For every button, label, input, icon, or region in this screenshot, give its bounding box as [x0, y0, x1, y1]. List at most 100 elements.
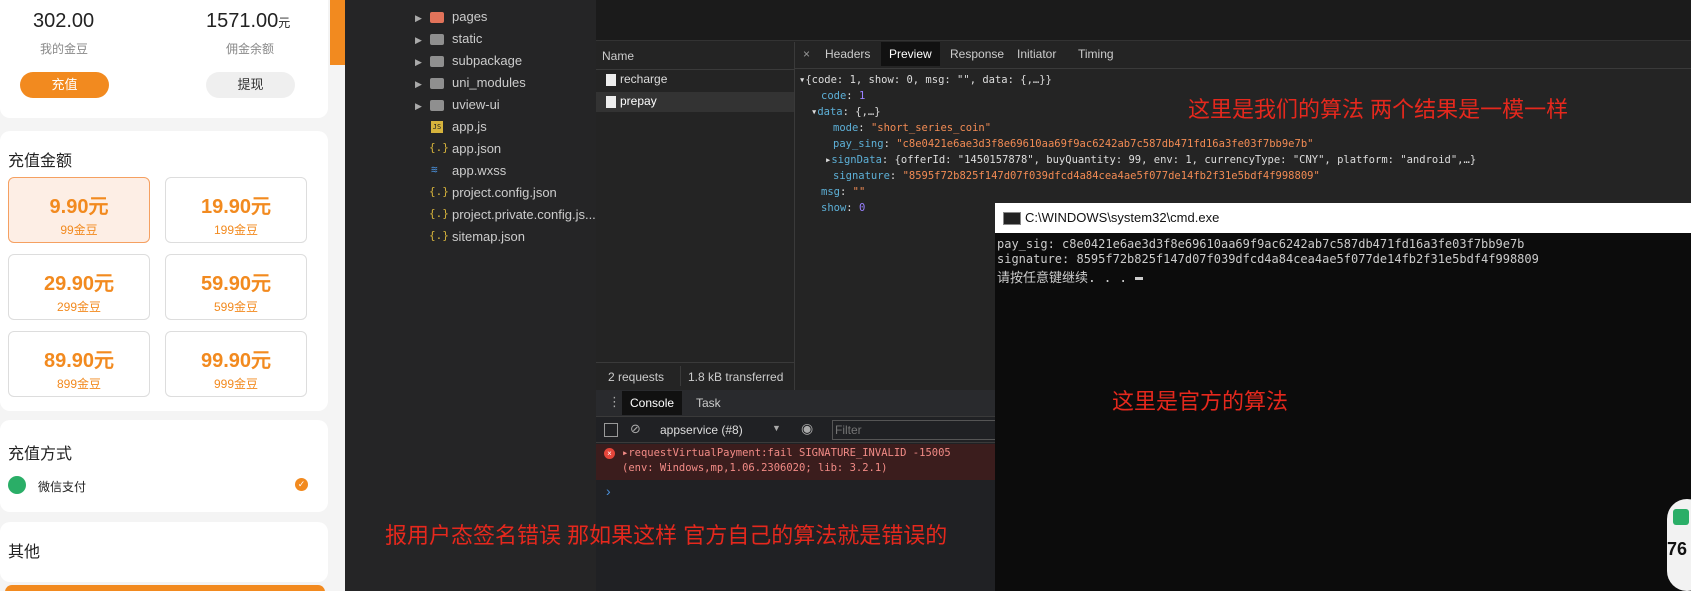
tab-response[interactable]: Response: [950, 42, 1004, 66]
cursor: [1134, 277, 1143, 280]
tree-item-uview-ui[interactable]: uview-ui: [452, 97, 500, 112]
preview-show: show: 0: [821, 202, 866, 214]
balance-label: 我的金豆: [40, 42, 89, 56]
clear-console-icon[interactable]: ⊘: [630, 421, 641, 437]
preview-mode: mode: "short_series_coin": [833, 122, 992, 134]
folder-icon: [430, 78, 444, 89]
cmd-line-pause: 请按任意键继续. . .: [997, 267, 1143, 286]
preview-sign-data[interactable]: ▸signData: {offerId: "1450157878", buyQu…: [825, 154, 1476, 166]
tree-item-pages[interactable]: pages: [452, 9, 487, 24]
cmd-line-pay-sig: pay_sig: c8e0421e6ae3d3f8e69610aa69f9ac6…: [997, 237, 1525, 251]
tree-item-app-json[interactable]: app.json: [452, 141, 501, 156]
cmd-title: C:\WINDOWS\system32\cmd.exe: [1025, 210, 1220, 225]
folder-icon: [430, 34, 444, 45]
divider: [596, 69, 794, 70]
expand-arrow-icon[interactable]: ▶: [415, 35, 422, 46]
json-file-icon: {.}: [429, 229, 449, 242]
error-icon: ×: [604, 448, 615, 459]
preview-msg: msg: "": [821, 186, 866, 198]
json-file-icon: {.}: [429, 207, 449, 220]
amount-option[interactable]: 9.90元 99金豆: [8, 177, 150, 243]
section-method-title: 充值方式: [8, 446, 73, 463]
balance-card: 302.00 我的金豆 1571.00元 佣金余额 充值 提现: [0, 0, 328, 118]
name-column-header[interactable]: Name: [602, 44, 634, 68]
divider: [596, 362, 794, 363]
more-menu-icon[interactable]: ⋮: [608, 394, 621, 410]
chevron-down-icon[interactable]: ▼: [772, 423, 781, 433]
close-icon[interactable]: ×: [803, 42, 810, 66]
annotation-official-algorithm: 这里是官方的算法: [1112, 389, 1289, 414]
tab-initiator[interactable]: Initiator: [1017, 42, 1056, 66]
tree-item-app-wxss[interactable]: app.wxss: [452, 163, 506, 178]
withdraw-button[interactable]: 提现: [206, 72, 295, 98]
tree-item-sitemap[interactable]: sitemap.json: [452, 229, 525, 244]
amount-option[interactable]: 99.90元 999金豆: [165, 331, 307, 397]
preview-data[interactable]: ▾data: {,…}: [811, 106, 881, 118]
json-file-icon: {.}: [429, 141, 449, 154]
folder-icon: [430, 12, 444, 23]
document-icon: [606, 74, 616, 86]
other-card: 其他: [0, 522, 328, 582]
tab-headers[interactable]: Headers: [825, 42, 870, 66]
tab-task[interactable]: Task: [696, 391, 721, 415]
console-panel: ⋮ Console Task ⊘ appservice (#8) ▼ ◉ × ▸…: [596, 390, 1002, 591]
divider: [680, 366, 681, 386]
submit-button[interactable]: [5, 585, 325, 591]
error-line-1[interactable]: ▸requestVirtualPayment:fail SIGNATURE_IN…: [622, 447, 951, 459]
tree-item-static[interactable]: static: [452, 31, 482, 46]
floating-widget[interactable]: 76: [1667, 499, 1691, 591]
recharge-button[interactable]: 充值: [20, 72, 109, 98]
badge-number: 76: [1667, 539, 1688, 559]
request-row-recharge[interactable]: recharge: [620, 72, 667, 86]
orange-edge: [330, 0, 345, 65]
console-toolbar: ⊘ appservice (#8) ▼ ◉: [596, 418, 1002, 443]
amount-option[interactable]: 89.90元 899金豆: [8, 331, 150, 397]
payment-method-card: 充值方式 微信支付 ✓: [0, 420, 328, 512]
annotation-our-algorithm: 这里是我们的算法 两个结果是一模一样: [1188, 97, 1569, 122]
check-icon[interactable]: ✓: [295, 478, 308, 491]
request-count: 2 requests: [608, 370, 665, 384]
expand-arrow-icon[interactable]: ▶: [415, 13, 422, 24]
wechat-pay-label: 微信支付: [38, 480, 87, 494]
amount-option[interactable]: 59.90元 599金豆: [165, 254, 307, 320]
commission-value: 1571.00元: [206, 10, 291, 32]
context-selector[interactable]: appservice (#8): [660, 423, 743, 437]
section-amount-title: 充值金额: [8, 153, 73, 170]
tree-item-uni-modules[interactable]: uni_modules: [452, 75, 526, 90]
expand-arrow-icon[interactable]: ▶: [415, 57, 422, 68]
tree-item-project-private-config[interactable]: project.private.config.js...: [452, 207, 596, 222]
request-row-prepay[interactable]: prepay: [620, 94, 657, 108]
cmd-titlebar: C:\WINDOWS\system32\cmd.exe: [995, 203, 1691, 233]
cmd-window: C:\WINDOWS\system32\cmd.exe pay_sig: c8e…: [995, 203, 1691, 591]
folder-icon: [430, 100, 444, 111]
timeline-strip: [596, 0, 1691, 41]
expand-arrow-icon[interactable]: ▶: [415, 79, 422, 90]
sidebar-toggle-icon[interactable]: [604, 423, 618, 437]
tree-item-app-js[interactable]: app.js: [452, 119, 487, 134]
section-other-title: 其他: [8, 544, 41, 561]
annotation-error-note: 报用户态签名错误 那如果这样 官方自己的算法就是错误的: [385, 523, 948, 548]
json-file-icon: {.}: [429, 185, 449, 198]
tab-timing[interactable]: Timing: [1078, 42, 1114, 66]
detail-tabs: × Headers Preview Response Initiator Tim…: [795, 42, 1691, 69]
filter-input[interactable]: [832, 420, 1002, 440]
preview-pay-sing: pay_sing: "c8e0421e6ae3d3f8e69610aa69f9a…: [833, 138, 1314, 150]
cmd-line-signature: signature: 8595f72b825f147d07f039dfcd4a8…: [997, 252, 1539, 266]
amount-option[interactable]: 19.90元 199金豆: [165, 177, 307, 243]
transferred-size: 1.8 kB transferred: [688, 370, 784, 384]
amount-option[interactable]: 29.90元 299金豆: [8, 254, 150, 320]
preview-root[interactable]: ▾{code: 1, show: 0, msg: "", data: {,…}}: [799, 74, 1052, 86]
commission-label: 佣金余额: [226, 42, 275, 56]
mini-program-phone-view: 302.00 我的金豆 1571.00元 佣金余额 充值 提现 充值金额 9.9…: [0, 0, 345, 591]
tab-console[interactable]: Console: [622, 391, 683, 415]
tab-preview[interactable]: Preview: [881, 42, 940, 66]
console-prompt[interactable]: ›: [606, 483, 611, 499]
console-tabbar: ⋮ Console Task: [596, 390, 996, 417]
eye-icon[interactable]: ◉: [801, 420, 813, 437]
tree-item-project-config[interactable]: project.config.json: [452, 185, 557, 200]
request-list: Name recharge prepay 2 requests 1.8 kB t…: [596, 42, 795, 390]
balance-value: 302.00: [33, 10, 95, 32]
expand-arrow-icon[interactable]: ▶: [415, 101, 422, 112]
tree-item-subpackage[interactable]: subpackage: [452, 53, 522, 68]
js-file-icon: JS: [431, 121, 443, 133]
